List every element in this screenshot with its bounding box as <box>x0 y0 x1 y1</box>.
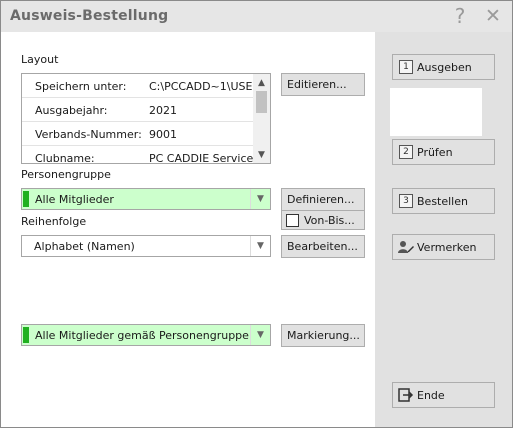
ausgeben-label: Ausgeben <box>417 61 472 74</box>
status-bar <box>23 191 29 207</box>
vermerken-label: Vermerken <box>417 241 477 254</box>
list-item[interactable]: Verbands-Nummer: 9001 <box>22 122 253 146</box>
dialog-window: Ausweis-Bestellung ? ✕ Layout Speichern … <box>0 0 513 428</box>
checkbox-box[interactable] <box>286 214 299 227</box>
scroll-up-icon[interactable]: ▲ <box>253 74 270 91</box>
ausgeben-button[interactable]: 1 Ausgeben <box>392 54 495 80</box>
von-bis-label: Von-Bis... <box>304 214 355 227</box>
scroll-thumb[interactable] <box>256 91 267 113</box>
bestellen-label: Bestellen <box>417 195 468 208</box>
preview-area <box>390 88 482 136</box>
number-two-icon: 2 <box>399 145 413 159</box>
number-one-icon: 1 <box>399 60 413 74</box>
list-item[interactable]: Speichern unter: C:\PCCADD~1\USER\ <box>22 74 253 98</box>
markierung-value: Alle Mitglieder gemäß Personengruppe <box>35 328 249 342</box>
pruefen-label: Prüfen <box>417 146 453 159</box>
list-item-key: Ausgabejahr: <box>35 104 108 117</box>
ende-button[interactable]: Ende <box>392 382 495 408</box>
list-item-key: Speichern unter: <box>35 80 127 93</box>
list-scrollbar[interactable]: ▲ ▼ <box>253 74 270 163</box>
chevron-down-icon[interactable]: ▼ <box>250 189 270 209</box>
title-bar: Ausweis-Bestellung ? ✕ <box>1 1 512 32</box>
close-icon[interactable]: ✕ <box>481 5 505 27</box>
vermerken-button[interactable]: Vermerken <box>392 234 495 260</box>
define-button[interactable]: Definieren... <box>281 188 365 211</box>
personengruppe-value: Alle Mitglieder <box>35 192 114 206</box>
personengruppe-select[interactable]: Alle Mitglieder ▼ <box>21 188 271 210</box>
bestellen-button[interactable]: 3 Bestellen <box>392 188 495 214</box>
list-item-key: Verbands-Nummer: <box>35 128 142 141</box>
reihenfolge-value: Alphabet (Namen) <box>34 239 135 253</box>
ende-label: Ende <box>417 389 445 402</box>
von-bis-checkbox[interactable]: Von-Bis... <box>281 210 365 230</box>
chevron-down-icon[interactable]: ▼ <box>250 325 270 345</box>
list-item[interactable]: Clubname: PC CADDIE Service G <box>22 146 253 164</box>
window-title: Ausweis-Bestellung <box>10 8 169 24</box>
markierung-select[interactable]: Alle Mitglieder gemäß Personengruppe ▼ <box>21 324 271 346</box>
user-edit-icon <box>398 241 414 253</box>
pruefen-button[interactable]: 2 Prüfen <box>392 139 495 165</box>
chevron-down-icon[interactable]: ▼ <box>250 236 270 256</box>
status-bar <box>23 327 29 343</box>
list-item[interactable]: Ausgabejahr: 2021 <box>22 98 253 122</box>
list-item-value: PC CADDIE Service G <box>149 152 253 164</box>
markierung-button[interactable]: Markierung... <box>281 324 365 347</box>
help-icon[interactable]: ? <box>448 4 472 28</box>
reihenfolge-label: Reihenfolge <box>21 215 87 228</box>
layout-list[interactable]: Speichern unter: C:\PCCADD~1\USER\ Ausga… <box>21 73 271 164</box>
list-item-key: Clubname: <box>35 152 95 164</box>
exit-icon <box>398 388 414 402</box>
layout-label: Layout <box>21 53 59 66</box>
reihenfolge-select[interactable]: Alphabet (Namen) ▼ <box>21 235 271 257</box>
list-item-value: 9001 <box>149 128 177 141</box>
personengruppe-label: Personengruppe <box>21 168 111 181</box>
bearbeiten-button[interactable]: Bearbeiten... <box>281 235 365 258</box>
number-three-icon: 3 <box>399 194 413 208</box>
list-item-value: 2021 <box>149 104 177 117</box>
edit-layout-button[interactable]: Editieren... <box>281 73 365 96</box>
list-item-value: C:\PCCADD~1\USER\ <box>149 80 253 93</box>
scroll-down-icon[interactable]: ▼ <box>253 146 270 163</box>
